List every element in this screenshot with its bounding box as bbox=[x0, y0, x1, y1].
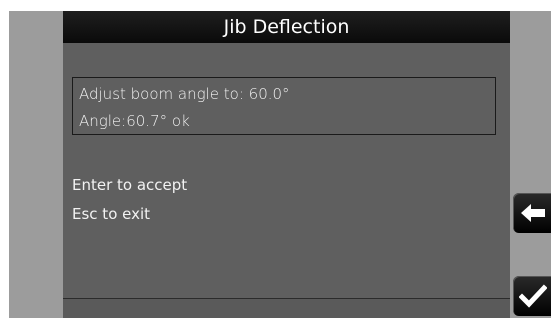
title-bar: Jib Deflection bbox=[63, 11, 510, 43]
esc-hint-text: Esc to exit bbox=[72, 205, 151, 223]
main-panel: Jib Deflection Adjust boom angle to: 60.… bbox=[63, 11, 510, 318]
target-angle-text: Adjust boom angle to: 60.0° bbox=[79, 85, 290, 103]
angle-info-box: Adjust boom angle to: 60.0° Angle:60.7° … bbox=[72, 77, 496, 135]
right-side-panel bbox=[510, 11, 551, 318]
page-title: Jib Deflection bbox=[223, 16, 350, 38]
device-screen: Jib Deflection Adjust boom angle to: 60.… bbox=[0, 0, 551, 318]
arrow-left-icon bbox=[521, 204, 545, 222]
accept-button[interactable] bbox=[513, 276, 551, 316]
checkmark-icon bbox=[519, 284, 547, 308]
enter-hint-text: Enter to accept bbox=[72, 176, 188, 194]
left-side-panel bbox=[9, 11, 63, 318]
current-angle-status: Angle:60.7° ok bbox=[79, 112, 190, 130]
bottom-status-bar bbox=[63, 298, 510, 318]
back-button[interactable] bbox=[513, 193, 551, 233]
